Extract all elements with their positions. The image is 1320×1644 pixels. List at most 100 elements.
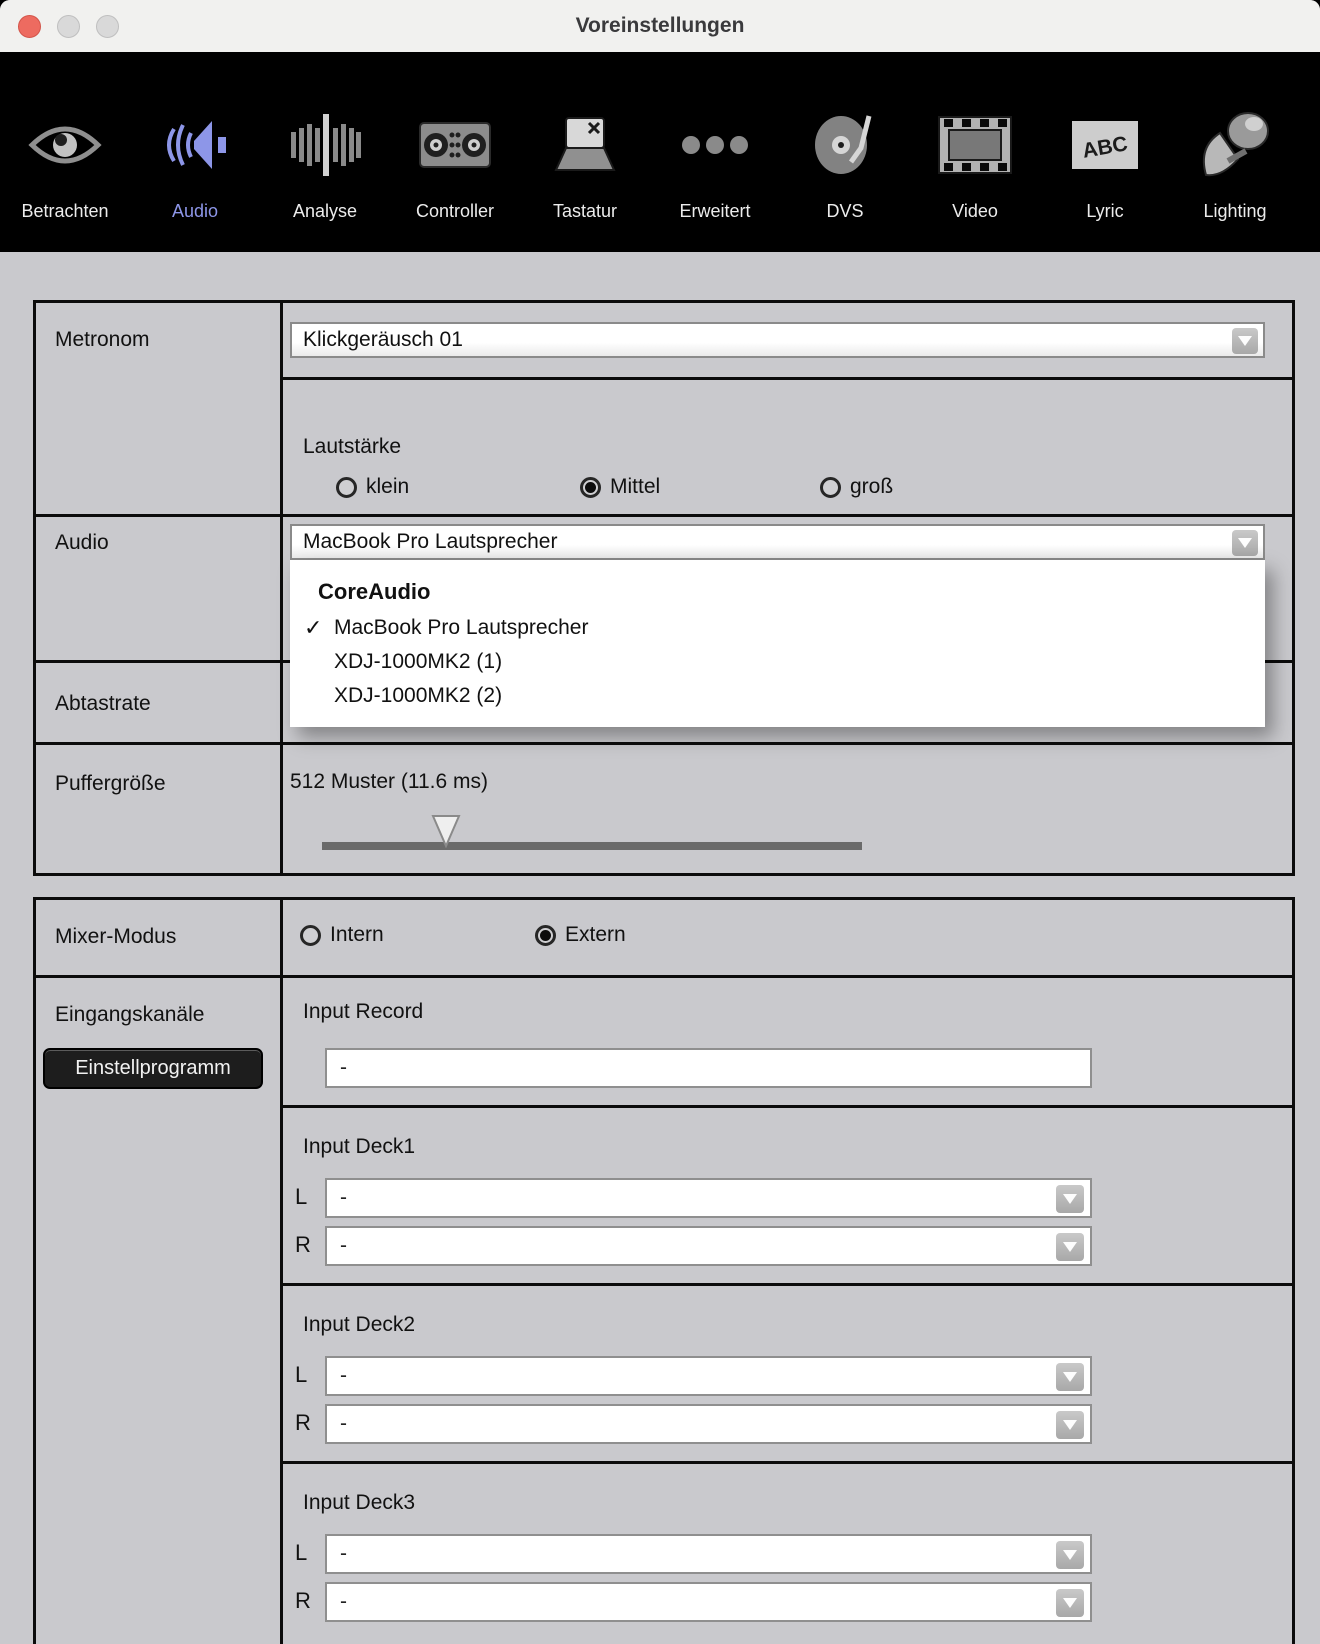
window-controls [18,15,119,38]
dropdown-arrow-icon [1056,1411,1084,1439]
channel-r-label: R [295,1588,311,1614]
toolbar-item-label: Video [952,201,998,222]
toolbar-item-lyric[interactable]: ABC Lyric [1040,99,1170,222]
deck3-l-select[interactable]: - [325,1534,1092,1574]
input-deck1-section: Input Deck1 L - R - [283,1108,1292,1286]
channel-l-label: L [295,1184,307,1210]
buffer-slider-track[interactable] [322,842,862,850]
toolbar-item-label: Lyric [1086,201,1123,222]
toolbar-item-betrachten[interactable]: Betrachten [0,99,130,222]
metronom-volume-area: Lautstärke klein Mittel groß [283,380,1292,514]
input-record-field[interactable]: - [325,1048,1092,1088]
dropdown-arrow-icon [1056,1541,1084,1569]
toolbar-item-lighting[interactable]: Lighting [1170,99,1300,222]
metronom-label: Metronom [36,303,283,514]
menu-item-xdj-1000mk2-2[interactable]: XDJ-1000MK2 (2) [290,679,1265,713]
buffer-slider-thumb[interactable] [431,814,461,853]
radio-unselected-icon [820,477,841,498]
mixer-modus-row: Mixer-Modus Intern Extern [36,900,1292,978]
toolbar-item-label: Audio [172,201,218,222]
toolbar-item-label: Tastatur [553,201,617,222]
film-frame-icon [938,99,1012,191]
metronom-row: Metronom Klickgeräusch 01 Lautstärke kle… [36,303,1292,517]
abc-icon: ABC [1070,99,1140,191]
toolbar-item-video[interactable]: Video [910,99,1040,222]
dropdown-arrow-icon [1056,1233,1084,1261]
dropdown-arrow-icon [1056,1185,1084,1213]
preferences-toolbar: Betrachten Audio [0,52,1320,252]
volume-option-mittel[interactable]: Mittel [580,475,660,499]
mixer-option-intern[interactable]: Intern [300,923,384,947]
dropdown-arrow-icon [1232,530,1258,556]
input-record-label: Input Record [303,1000,423,1024]
metronom-sound-area: Klickgeräusch 01 [283,303,1292,380]
volume-option-klein[interactable]: klein [336,475,409,499]
turntable-icon [813,99,877,191]
input-deck2-section: Input Deck2 L - R - [283,1286,1292,1464]
audio-label: Audio [36,517,283,660]
dropdown-arrow-icon [1232,328,1258,354]
toolbar-item-label: DVS [826,201,863,222]
dropdown-arrow-icon [1056,1363,1084,1391]
radio-selected-icon [535,925,556,946]
speaker-waves-icon [160,99,230,191]
input-deck3-label: Input Deck3 [303,1491,415,1515]
abtastrate-label: Abtastrate [36,663,283,742]
waveform-bars-icon [289,99,361,191]
dropdown-arrow-icon [1056,1589,1084,1617]
toolbar-item-label: Lighting [1203,201,1266,222]
dropdown-group-header: CoreAudio [290,577,1265,611]
mixer-settings-table: Mixer-Modus Intern Extern Eingangskanäle… [33,897,1295,1644]
ellipsis-icon [681,99,749,191]
channel-r-label: R [295,1232,311,1258]
mixer-modus-label: Mixer-Modus [36,900,283,975]
toolbar-item-controller[interactable]: Controller [390,99,520,222]
audio-device-dropdown-menu: CoreAudio ✓ MacBook Pro Lautsprecher XDJ… [290,560,1265,727]
toolbar-item-label: Analyse [293,201,357,222]
preferences-window: Voreinstellungen Betrachten [0,0,1320,1644]
minimize-button[interactable] [57,15,80,38]
toolbar-item-audio[interactable]: Audio [130,99,260,222]
deck1-r-select[interactable]: - [325,1226,1092,1266]
input-deck1-label: Input Deck1 [303,1135,415,1159]
deck1-l-select[interactable]: - [325,1178,1092,1218]
metronom-sound-select[interactable]: Klickgeräusch 01 [290,322,1265,358]
volume-option-gross[interactable]: groß [820,475,893,499]
toolbar-item-tastatur[interactable]: Tastatur [520,99,650,222]
deck2-l-select[interactable]: - [325,1356,1092,1396]
deck2-r-select[interactable]: - [325,1404,1092,1444]
input-record-section: Input Record - [283,978,1292,1108]
channel-r-label: R [295,1410,311,1436]
volume-label: Lautstärke [303,435,401,459]
channel-l-label: L [295,1540,307,1566]
zoom-button[interactable] [96,15,119,38]
dj-controller-icon [419,99,491,191]
toolbar-item-erweitert[interactable]: Erweitert [650,99,780,222]
menu-item-xdj-1000mk2-1[interactable]: XDJ-1000MK2 (1) [290,645,1265,679]
eye-icon [28,99,102,191]
audio-device-value: MacBook Pro Lautsprecher [303,530,557,553]
toolbar-item-label: Betrachten [21,201,108,222]
radio-unselected-icon [336,477,357,498]
audio-device-select[interactable]: MacBook Pro Lautsprecher [290,524,1265,560]
puffergroesse-label: Puffergröße [36,745,283,873]
radio-selected-icon [580,477,601,498]
eingangskanaele-row: Eingangskanäle Einstellprogramm Input Re… [36,978,1292,1644]
toolbar-item-label: Controller [416,201,494,222]
keyboard-key-icon [552,99,618,191]
toolbar-item-dvs[interactable]: DVS [780,99,910,222]
channel-l-label: L [295,1362,307,1388]
menu-item-macbook-pro-lautsprecher[interactable]: ✓ MacBook Pro Lautsprecher [290,611,1265,645]
input-deck2-label: Input Deck2 [303,1313,415,1337]
toolbar-item-label: Erweitert [679,201,750,222]
titlebar: Voreinstellungen [0,0,1320,52]
mixer-option-extern[interactable]: Extern [535,923,626,947]
puffergroesse-row: Puffergröße 512 Muster (11.6 ms) [36,745,1292,873]
check-icon: ✓ [304,611,322,645]
deck3-r-select[interactable]: - [325,1582,1092,1622]
close-button[interactable] [18,15,41,38]
toolbar-item-analyse[interactable]: Analyse [260,99,390,222]
eingangskanaele-label: Eingangskanäle [55,1003,204,1026]
setup-utility-button[interactable]: Einstellprogramm [43,1048,263,1089]
radio-unselected-icon [300,925,321,946]
